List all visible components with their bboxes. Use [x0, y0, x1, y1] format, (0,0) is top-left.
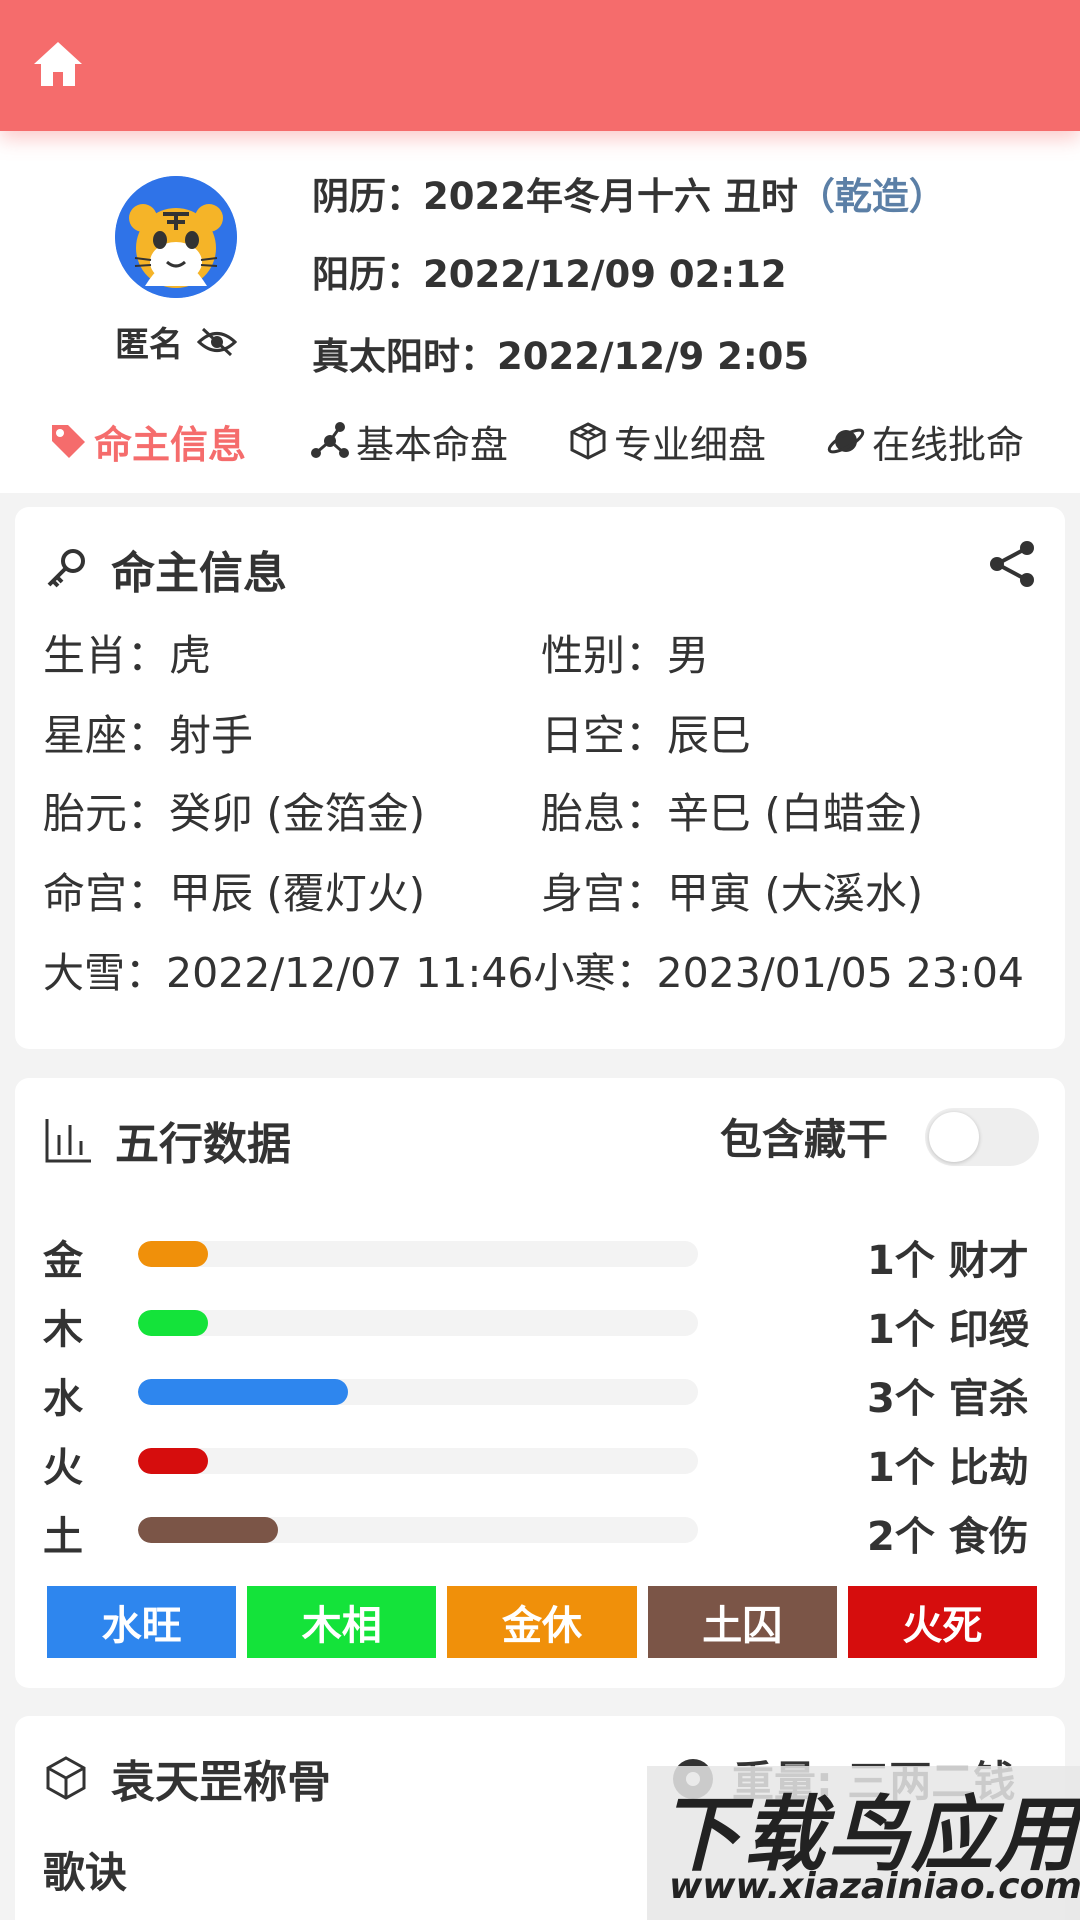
owner-info-title-row: 命主信息 — [43, 537, 287, 601]
zodiac-field: 生肖：虎 — [43, 631, 212, 680]
gender-tag: （乾造） — [797, 175, 946, 218]
element-row: 火 1个 比劫 — [15, 1435, 1065, 1491]
element-row: 木 1个 印绶 — [15, 1297, 1065, 1353]
lunar-date-text: 阴历：2022年冬月十六 丑时 — [312, 175, 798, 218]
element-count: 2个 食伤 — [867, 1514, 1029, 1560]
tab-bar: 命主信息 基本命盘 专业细盘 在线批命 — [0, 406, 1080, 476]
eye-slash-icon[interactable] — [197, 327, 237, 357]
tab-detailed-chart[interactable]: 专业细盘 — [568, 406, 766, 476]
status-badge: 水旺 — [47, 1586, 237, 1658]
anonymous-label-row: 匿名 — [115, 317, 237, 366]
solar-date: 阳历：2022/12/09 02:12 — [312, 253, 787, 296]
element-name: 木 — [43, 1307, 83, 1353]
tab-label: 基本命盘 — [356, 422, 509, 467]
avatar[interactable] — [115, 176, 237, 298]
element-status-row: 水旺 木相 金休 土囚 火死 — [47, 1586, 1038, 1658]
element-bar-track — [138, 1241, 698, 1267]
tag-icon — [52, 425, 85, 458]
constellation-field: 星座：射手 — [43, 711, 254, 760]
home-button[interactable] — [30, 38, 90, 94]
bar-chart-icon — [45, 1119, 91, 1163]
element-count: 3个 官杀 — [867, 1376, 1029, 1422]
element-bar-fill — [138, 1310, 208, 1336]
card-title: 袁天罡称骨 — [111, 1757, 331, 1808]
minggong-field: 命宫：甲辰 (覆灯火) — [43, 869, 426, 918]
taiyuan-field: 胎元：癸卯 (金箔金) — [43, 789, 426, 838]
tab-label: 专业细盘 — [614, 422, 767, 467]
share-icon[interactable] — [987, 539, 1037, 589]
solar-terms-field: 大雪：2022/12/07 11:46小寒：2023/01/05 23:04 — [43, 949, 1024, 997]
element-bar-track — [138, 1379, 698, 1405]
user-name: 匿名 — [115, 325, 183, 365]
profile-section: 匿名 阴历：2022年冬月十六 丑时（乾造） 阳历：2022/12/09 02:… — [0, 131, 1080, 493]
lunar-date: 阴历：2022年冬月十六 丑时（乾造） — [312, 166, 946, 220]
tab-label: 命主信息 — [94, 422, 247, 467]
tab-label: 在线批命 — [872, 422, 1025, 467]
tab-owner-info[interactable]: 命主信息 — [48, 406, 246, 476]
element-bar-fill — [138, 1517, 278, 1543]
element-bar-track — [138, 1517, 698, 1543]
status-badge: 火死 — [847, 1586, 1038, 1658]
status-badge: 土囚 — [647, 1586, 837, 1658]
key-icon — [47, 549, 85, 588]
verse-heading: 歌诀 — [43, 1848, 128, 1897]
day-void-field: 日空：辰巳 — [541, 711, 752, 760]
element-bar-track — [138, 1310, 698, 1336]
element-name: 水 — [43, 1376, 83, 1422]
cubes-icon — [570, 422, 606, 460]
taixi-field: 胎息：辛巳 (白蜡金) — [541, 789, 924, 838]
watermark-url: www.xiazainiao.com — [669, 1866, 1080, 1907]
gender-field: 性别：男 — [541, 631, 710, 680]
card-title: 五行数据 — [115, 1119, 291, 1170]
true-solar-time: 真太阳时：2022/12/9 2:05 — [312, 335, 810, 378]
element-name: 土 — [43, 1514, 83, 1560]
element-row: 土 2个 食伤 — [15, 1504, 1065, 1560]
toggle-knob — [929, 1112, 979, 1162]
planet-icon — [827, 428, 865, 454]
watermark: 下载鸟应用 www.xiazainiao.com — [647, 1766, 1080, 1920]
owner-info-card: 命主信息 生肖：虎 性别：男 星座：射手 日空：辰巳 胎元：癸卯 (金箔金) 胎… — [15, 507, 1065, 1049]
element-row: 水 3个 官杀 — [15, 1366, 1065, 1422]
top-bar — [0, 0, 1080, 131]
nodes-icon — [311, 422, 349, 458]
cube-icon — [46, 1756, 86, 1800]
element-bar-fill — [138, 1241, 208, 1267]
card-title: 命主信息 — [111, 548, 287, 599]
element-bar-fill — [138, 1448, 208, 1474]
element-count: 1个 印绶 — [867, 1307, 1029, 1353]
wuxing-title-row: 五行数据 — [43, 1108, 291, 1172]
shengong-field: 身宫：甲寅 (大溪水) — [541, 869, 924, 918]
element-count: 1个 比劫 — [867, 1445, 1029, 1491]
element-name: 火 — [43, 1445, 83, 1491]
home-icon — [34, 42, 82, 86]
tab-online-reading[interactable]: 在线批命 — [826, 406, 1024, 476]
tiger-avatar-icon — [115, 176, 237, 298]
toggle-label: 包含藏干 — [720, 1115, 889, 1164]
element-count: 1个 财才 — [867, 1238, 1029, 1284]
status-badge: 木相 — [247, 1586, 437, 1658]
wuxing-card: 五行数据 包含藏干 金 1个 财才 木 1个 印绶 水 3个 官杀 火 1个 比… — [15, 1078, 1065, 1688]
element-bar-track — [138, 1448, 698, 1474]
bone-title-row: 袁天罡称骨 — [43, 1746, 331, 1810]
element-bar-fill — [138, 1379, 348, 1405]
element-name: 金 — [43, 1238, 83, 1284]
status-badge: 金休 — [447, 1586, 637, 1658]
element-row: 金 1个 财才 — [15, 1228, 1065, 1284]
include-hidden-stems-toggle[interactable] — [925, 1108, 1039, 1166]
tab-basic-chart[interactable]: 基本命盘 — [310, 406, 508, 476]
